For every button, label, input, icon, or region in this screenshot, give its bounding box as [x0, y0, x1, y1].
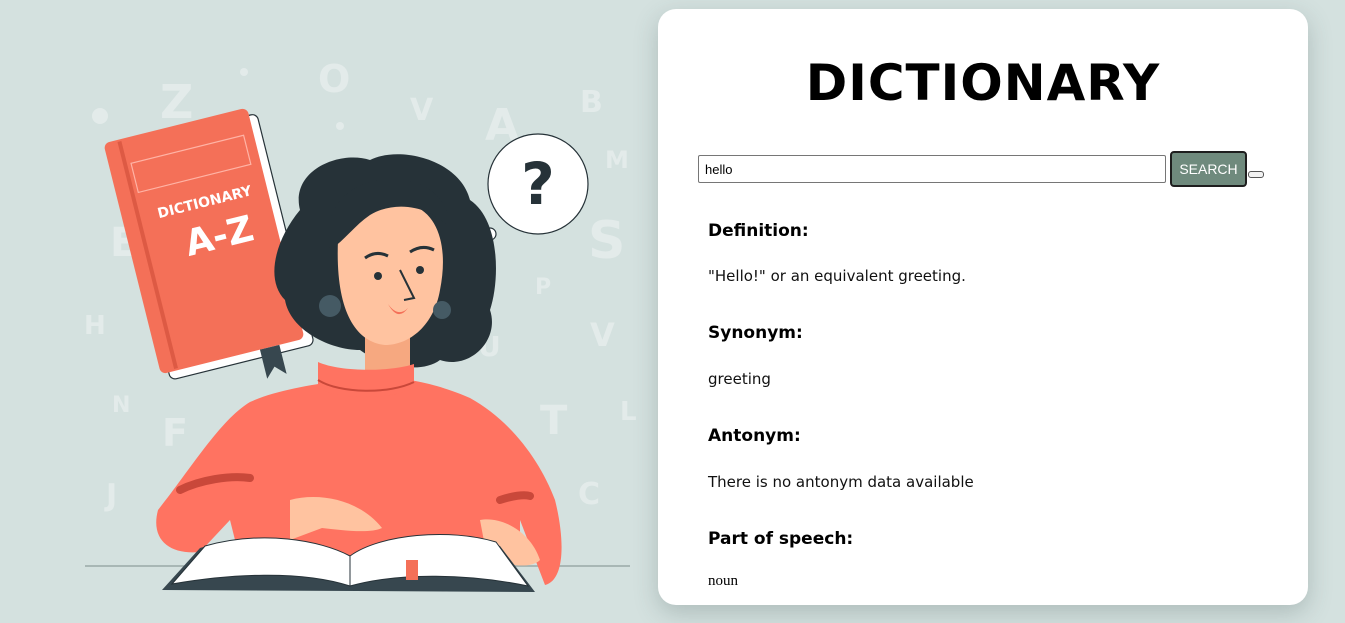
- bg-letter: M: [605, 146, 629, 174]
- audio-control[interactable]: [1248, 171, 1264, 178]
- bg-letter: F: [162, 411, 188, 455]
- search-input[interactable]: [698, 155, 1166, 183]
- part-of-speech-heading: Part of speech:: [708, 529, 854, 549]
- bg-letter: J: [104, 478, 117, 513]
- dictionary-card: DICTIONARY SEARCH Definition: "Hello!" o…: [658, 9, 1308, 605]
- antonym-heading: Antonym:: [708, 426, 801, 446]
- app-page: Z O V A B M E S H P V N F T L J C U ? DI…: [0, 0, 1345, 623]
- bg-letter: V: [410, 93, 434, 128]
- bg-letter: N: [112, 393, 130, 418]
- synonym-text: greeting: [708, 370, 771, 388]
- bg-letter: C: [578, 477, 600, 512]
- bg-letter: S: [588, 211, 625, 271]
- bg-letter: V: [590, 316, 615, 354]
- definition-heading: Definition:: [708, 221, 809, 241]
- part-of-speech-text: noun: [708, 573, 738, 589]
- page-title: DICTIONARY: [805, 54, 1161, 112]
- definition-text: "Hello!" or an equivalent greeting.: [708, 267, 966, 285]
- synonym-heading: Synonym:: [708, 323, 803, 343]
- bg-letter: O: [318, 57, 350, 101]
- bg-letter: L: [620, 397, 637, 427]
- question-mark-icon: ?: [521, 150, 555, 218]
- search-button[interactable]: SEARCH: [1170, 151, 1247, 187]
- antonym-text: There is no antonym data available: [708, 473, 974, 491]
- bg-letter: B: [580, 85, 603, 120]
- dictionary-illustration: Z O V A B M E S H P V N F T L J C U ? DI…: [84, 57, 637, 592]
- bg-letter: P: [535, 275, 551, 300]
- bg-letter: T: [540, 398, 568, 444]
- bg-letter: H: [84, 311, 106, 341]
- bg-letter: Z: [160, 75, 193, 129]
